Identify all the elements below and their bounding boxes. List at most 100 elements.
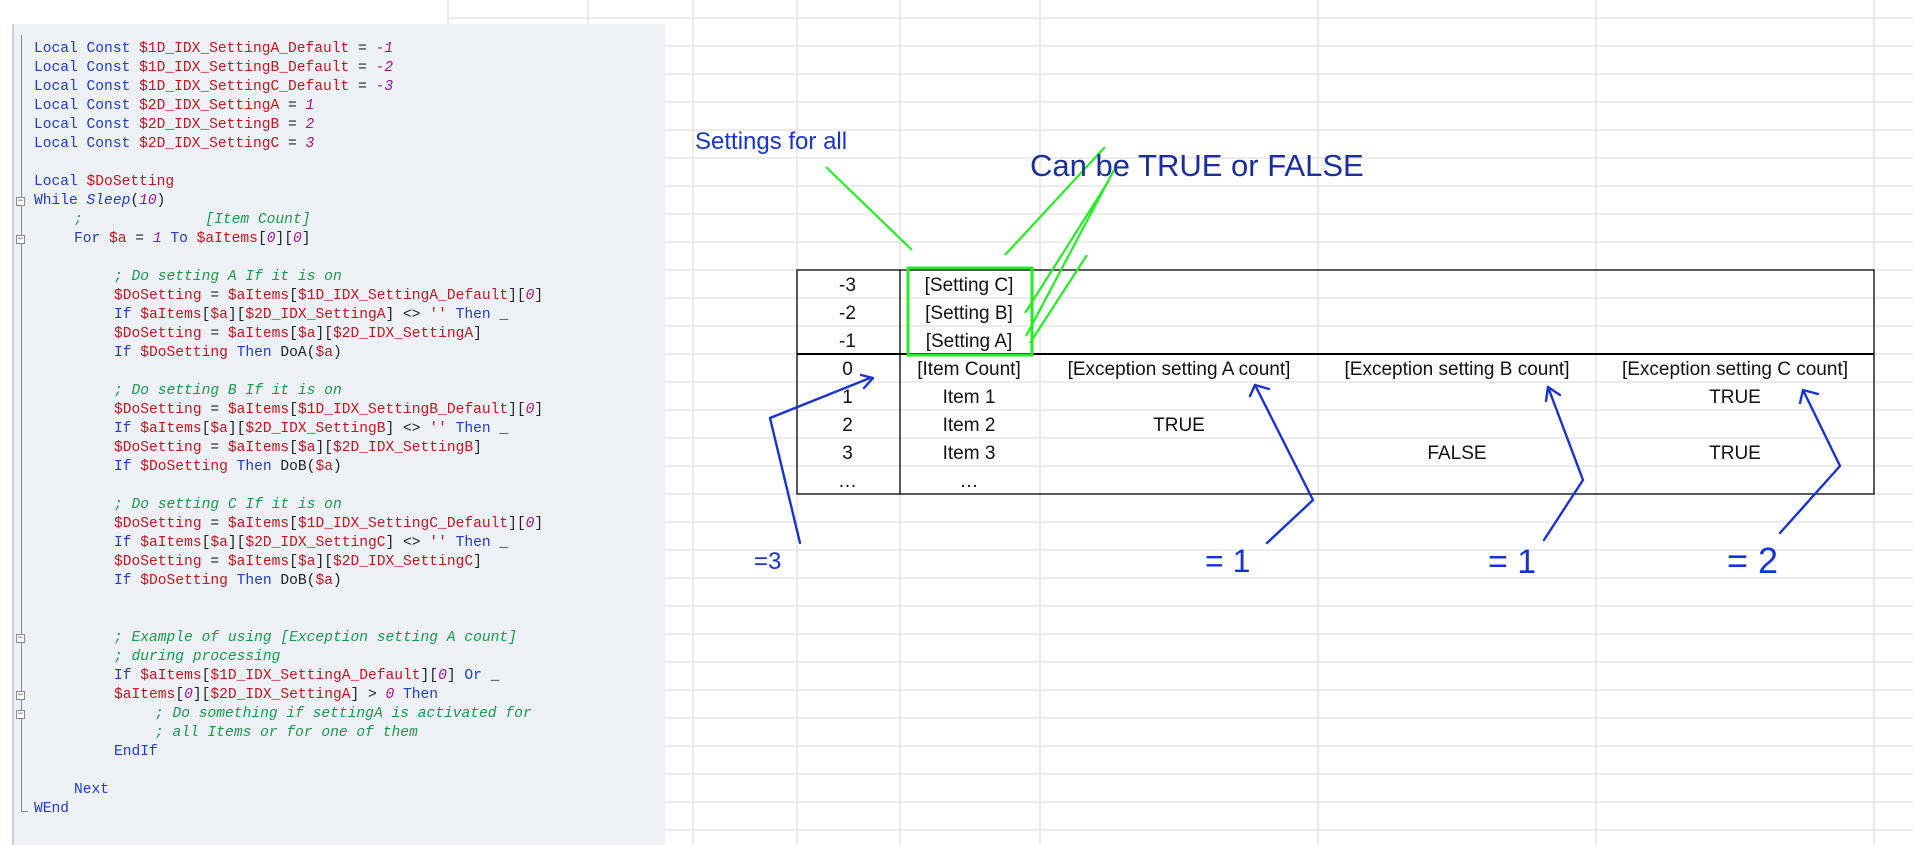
code-token: $1D_IDX_SettingA_Default: [297, 288, 509, 304]
header-exception-c-cell: [Exception setting C count]: [1621, 359, 1848, 380]
code-token: 1: [305, 98, 315, 114]
row-index-cell: …: [838, 471, 857, 492]
code-token: _: [499, 307, 509, 323]
code-token: DoB(: [280, 459, 316, 475]
row-item-cell: Item 3: [942, 443, 996, 464]
code-line: If $DoSetting Then DoB($a): [114, 458, 342, 476]
row-index-cell: 1: [842, 387, 853, 408]
code-token: $a: [315, 459, 333, 475]
code-token: ][: [420, 668, 439, 684]
code-token: $a: [109, 231, 127, 247]
default-setting-cell: [Setting A]: [925, 331, 1013, 352]
code-token: $2D_IDX_SettingC: [245, 535, 386, 551]
code-token: Then: [394, 687, 439, 703]
code-token: =: [349, 79, 376, 95]
code-token: Local Const: [34, 98, 140, 114]
header-index-cell: 0: [842, 359, 853, 380]
code-token: ]: [473, 326, 482, 342]
code-token: [: [289, 402, 298, 418]
code-token: [: [289, 288, 298, 304]
code-line: Local Const $2D_IDX_SettingA = 1: [34, 97, 314, 115]
code-token: =: [201, 554, 228, 570]
code-token: If: [114, 535, 141, 551]
code-line: ; Example of using [Exception setting A …: [114, 629, 517, 647]
code-token: ; Do setting A If it is on: [114, 269, 342, 285]
code-token: ; Example of using [Exception setting A …: [114, 630, 517, 646]
code-token: Then: [446, 307, 500, 323]
code-token: _: [499, 535, 509, 551]
code-token: Sleep: [86, 193, 131, 209]
code-line: ; [Item Count]: [74, 211, 310, 229]
code-token: ]: [473, 554, 482, 570]
code-token: -2: [375, 60, 394, 76]
code-token: $DoSetting: [140, 573, 228, 589]
code-token: $aItems: [227, 288, 290, 304]
fold-toggle-icon[interactable]: −: [16, 235, 25, 244]
code-token: (: [130, 193, 140, 209]
code-token: ]: [301, 231, 311, 247]
code-token: ; all Items or for one of them: [155, 725, 418, 741]
code-token: _: [490, 668, 500, 684]
code-token: $1D_IDX_SettingA_Default: [139, 41, 350, 57]
code-token: ][: [192, 687, 211, 703]
code-token: [: [257, 231, 267, 247]
code-token: $a: [210, 307, 228, 323]
code-token: $1D_IDX_SettingB_Default: [297, 402, 509, 418]
code-token: =: [279, 117, 306, 133]
code-token: $aItems: [114, 687, 176, 703]
code-token: _: [499, 421, 509, 437]
code-token: 2: [305, 117, 315, 133]
code-token: 0: [184, 687, 193, 703]
code-line: ; during processing: [114, 648, 280, 666]
code-token: =: [201, 326, 228, 342]
code-token: ] <>: [385, 421, 430, 437]
code-token: ] <>: [385, 535, 430, 551]
item-count-equals-label: =3: [754, 548, 782, 575]
code-line: $DoSetting = $aItems[$a][$2D_IDX_Setting…: [114, 553, 482, 571]
code-token: =: [349, 60, 376, 76]
code-token: Then: [227, 459, 281, 475]
code-token: $aItems: [196, 231, 258, 247]
code-token: $aItems: [227, 554, 290, 570]
code-token: Local Const: [34, 79, 140, 95]
code-line: If $aItems[$a][$2D_IDX_SettingC] <> '' T…: [114, 534, 508, 552]
code-token: $2D_IDX_SettingA: [332, 326, 474, 342]
code-token: $1D_IDX_SettingC_Default: [297, 516, 509, 532]
settings-for-all-label: Settings for all: [695, 128, 848, 155]
code-token: $a: [210, 535, 228, 551]
code-token: ] <>: [385, 307, 430, 323]
fold-toggle-icon[interactable]: −: [16, 197, 25, 206]
code-token: $aItems: [227, 402, 290, 418]
code-token: $aItems: [140, 307, 202, 323]
code-token: Local Const: [34, 117, 140, 133]
code-token: $DoSetting: [140, 345, 228, 361]
code-line: If $DoSetting Then DoB($a): [114, 572, 342, 590]
code-line: ; Do setting B If it is on: [114, 382, 342, 400]
code-token: Local Const: [34, 136, 140, 152]
code-token: ): [332, 345, 342, 361]
fold-toggle-icon[interactable]: −: [16, 710, 25, 719]
code-token: $a: [315, 573, 333, 589]
code-token: [: [289, 516, 298, 532]
code-line: Local Const $1D_IDX_SettingA_Default = -…: [34, 40, 393, 58]
code-token: $a: [297, 440, 316, 456]
fold-toggle-icon[interactable]: −: [16, 691, 25, 700]
code-token: EndIf: [114, 744, 158, 760]
code-line: If $DoSetting Then DoA($a): [114, 344, 342, 362]
row-exception-c-cell: TRUE: [1709, 443, 1761, 464]
code-token: $2D_IDX_SettingB: [139, 117, 280, 133]
default-index-cell: -3: [839, 275, 856, 296]
code-token: 0: [385, 687, 395, 703]
code-token: For: [74, 231, 110, 247]
fold-toggle-icon[interactable]: −: [16, 634, 25, 643]
code-token: ][: [508, 288, 526, 304]
code-token: '': [429, 307, 447, 323]
code-token: ): [156, 193, 166, 209]
code-token: Then: [227, 573, 281, 589]
code-line: Local Const $2D_IDX_SettingB = 2: [34, 116, 314, 134]
code-token: 0: [292, 231, 302, 247]
row-exception-a-cell: TRUE: [1153, 415, 1205, 436]
code-token: If: [114, 421, 141, 437]
code-token: $DoSetting: [114, 440, 202, 456]
code-token: ): [332, 459, 342, 475]
